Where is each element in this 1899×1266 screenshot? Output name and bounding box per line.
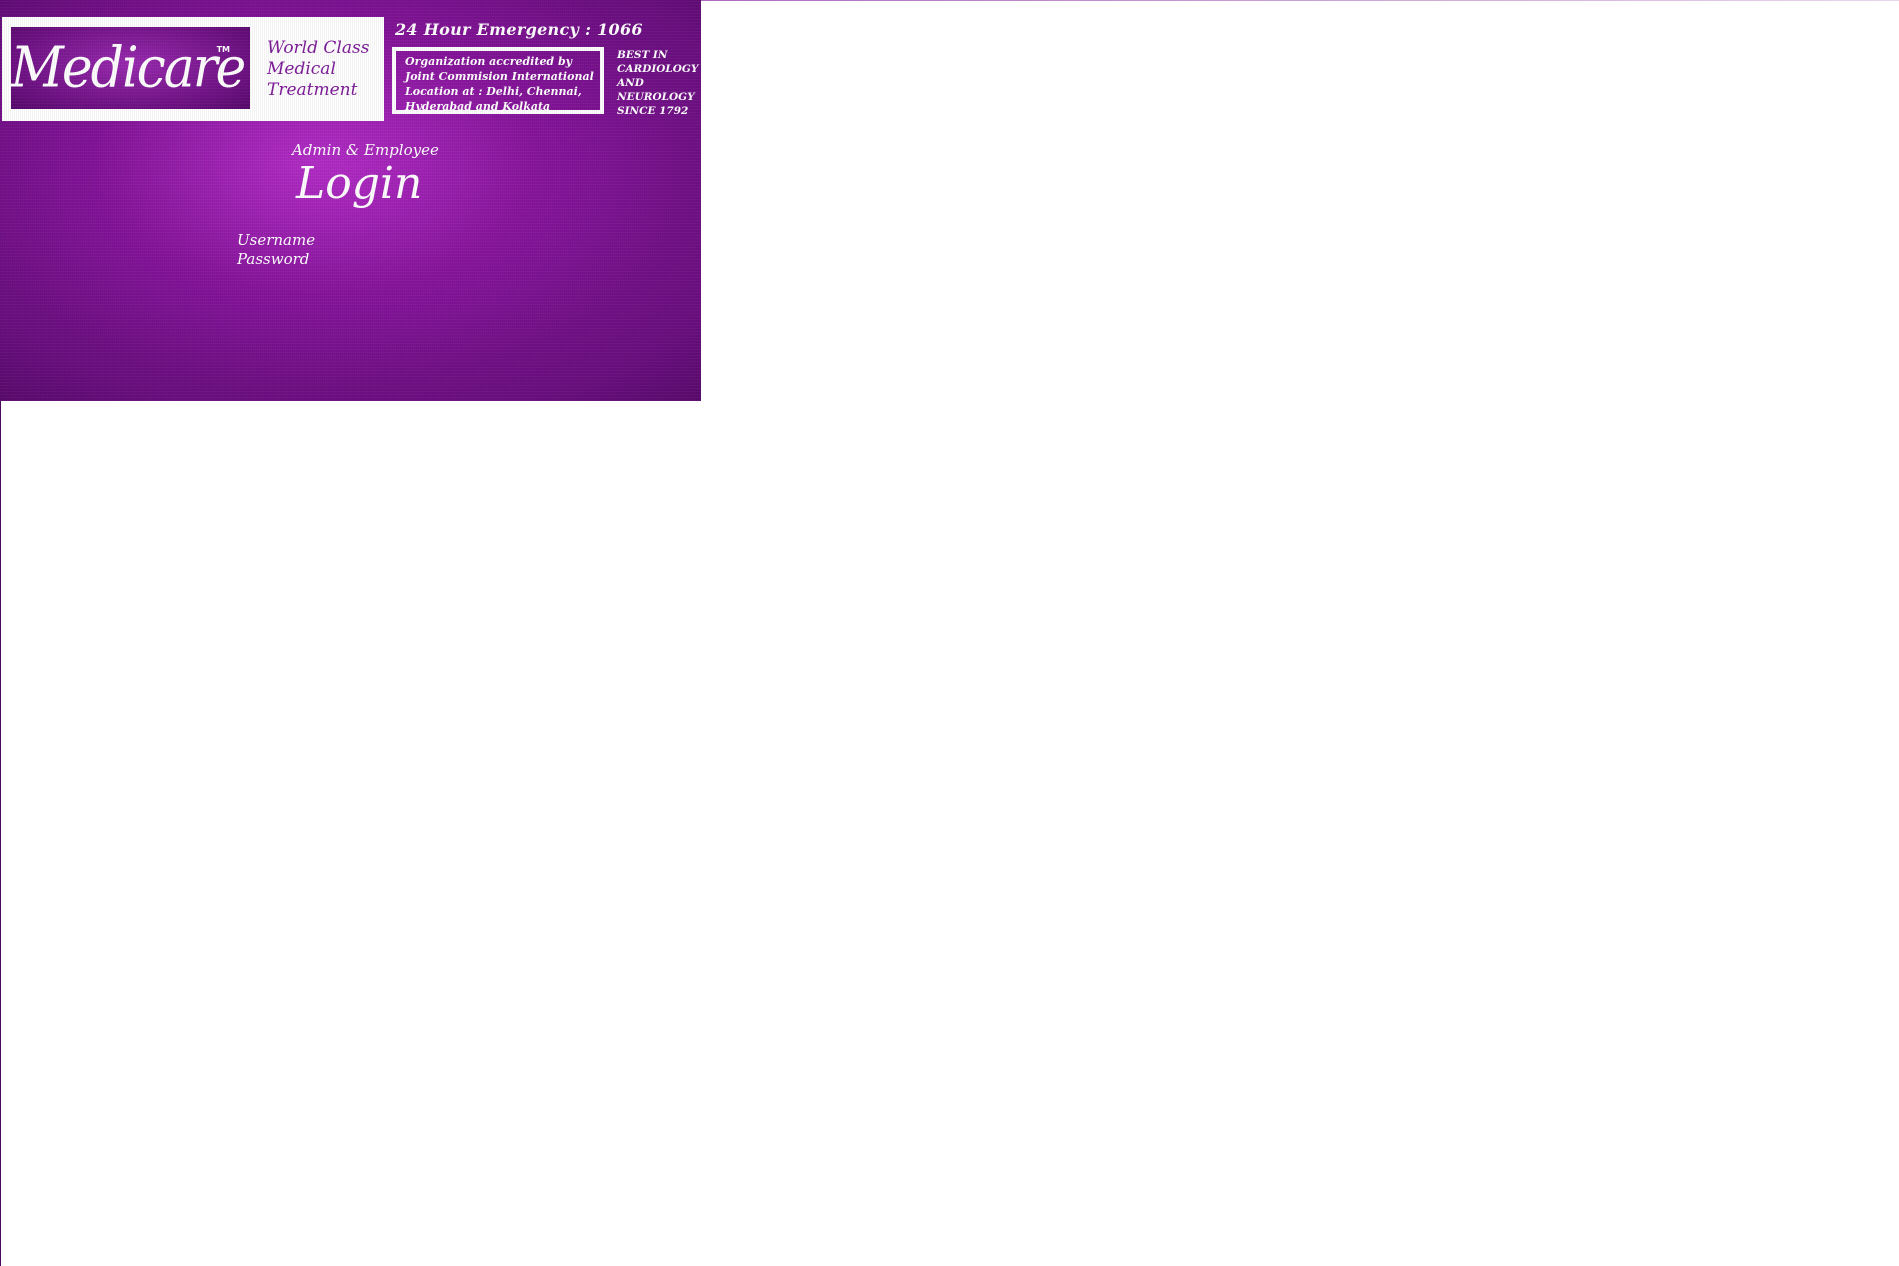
brand-header: Medicare TM World Class Medical Treatmen… [2,17,384,121]
login-title: Login [296,158,423,209]
specialty-line: CARDIOLOGY [617,63,699,75]
tagline-line: World Class [267,38,370,58]
username-input[interactable] [321,232,486,249]
login-panel: Medicare TM World Class Medical Treatmen… [0,0,701,401]
username-label: Username [237,231,316,249]
specialty-line: AND [617,77,644,89]
accreditation-box: Organization accredited by Joint Commisi… [392,47,604,114]
login-subtitle: Admin & Employee [292,141,439,159]
specialty-text: BEST IN CARDIOLOGY AND NEUROLOGY SINCE 1… [617,48,699,118]
specialty-line: BEST IN [617,49,668,61]
accreditation-line: Joint Commision International [405,70,594,83]
accreditation-line: Location at : Delhi, Chennai, [405,85,582,98]
accreditation-line: Hyderabad and Kolkata [405,100,551,113]
specialty-line: SINCE 1792 [617,105,689,117]
password-row: Password [237,250,480,269]
medicare-logo: Medicare TM [11,27,250,109]
logo-text: Medicare [11,35,246,101]
brand-tagline: World Class Medical Treatment [267,38,382,101]
password-input[interactable] [315,251,480,268]
emergency-number: 24 Hour Emergency : 1066 [395,20,643,39]
password-label: Password [237,250,310,268]
tagline-line: Treatment [267,80,358,100]
trademark-mark: TM [216,45,230,54]
accreditation-line: Organization accredited by [405,55,573,68]
specialty-line: NEUROLOGY [617,91,695,103]
username-row: Username [237,231,486,250]
tagline-line: Medical [267,59,336,79]
